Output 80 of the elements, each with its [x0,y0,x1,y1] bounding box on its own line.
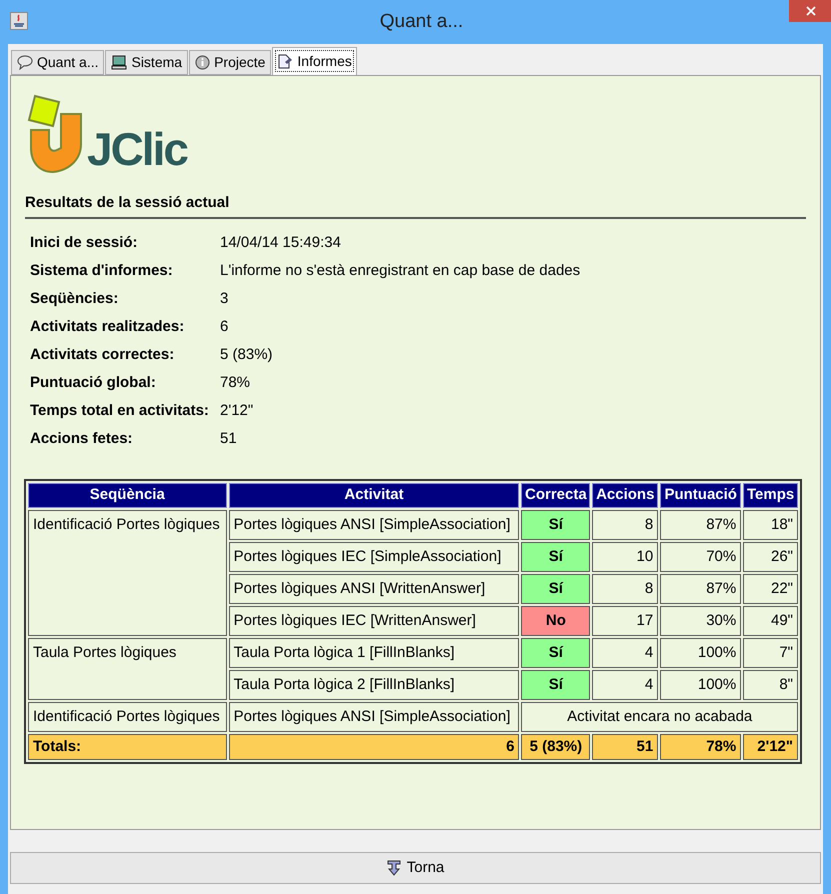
info-label: Puntuació global: [30,372,157,393]
close-icon [806,6,816,16]
info-value: 78% [220,372,250,393]
speech-bubble-icon [17,55,33,70]
totals-cell: 6 [228,734,520,760]
table-cell: Activitat encara no acabada [521,702,798,732]
close-button[interactable] [789,0,831,22]
table-cell: 26" [743,542,798,572]
table-cell: 100% [660,638,742,668]
logo-icon [25,92,85,174]
tab[interactable]: Quant a... [11,50,104,75]
column-header: Temps [743,483,798,508]
result-cell: Sí [521,670,590,700]
tab[interactable]: Sistema [105,50,188,75]
table-cell: 87% [660,510,742,540]
table-cell: 22" [743,574,798,604]
totals-cell: 78% [660,734,742,760]
info-label: Sistema d'informes: [30,260,174,281]
table-cell: Portes lògiques ANSI [SimpleAssociation] [228,510,520,540]
table-cell: 8 [592,510,658,540]
info-label: Accions fetes: [30,428,134,449]
table-cell: 70% [660,542,742,572]
totals-cell: 5 (83%) [521,734,590,760]
tab[interactable]: Projecte [189,50,272,75]
info-icon [195,55,210,70]
totals-cell: 2'12" [743,734,798,760]
info-value: 5 (83%) [220,344,273,365]
section-title: Resultats de la sessió actual [25,194,806,219]
info-label: Temps total en activitats: [30,400,210,421]
table-cell: 100% [660,670,742,700]
table-cell: 4 [592,638,658,668]
info-value: 6 [220,316,228,337]
monitor-icon [111,55,128,70]
app-icon [10,12,28,30]
result-cell: Sí [521,638,590,668]
info-label: Activitats correctes: [30,344,176,365]
table-cell: Identificació Portes lògiques [28,510,227,636]
table-cell: Taula Porta lògica 2 [FillInBlanks] [228,670,520,700]
window-title: Quant a... [378,11,464,33]
table-cell: Portes lògiques IEC [WrittenAnswer] [228,606,520,636]
logo-text: JClic [87,124,187,174]
table-cell: 18" [743,510,798,540]
column-header: Correcta [521,483,590,508]
table-cell: 8 [592,574,658,604]
info-value: 51 [220,428,237,449]
back-button[interactable]: Torna [10,852,821,884]
info-label: Inici de sessió: [30,232,139,253]
table-cell: 8" [743,670,798,700]
column-header: Activitat [228,483,520,508]
info-label: Activitats realitzades: [30,316,186,337]
result-cell: Sí [521,574,590,604]
table-cell: 49" [743,606,798,636]
down-arrow-icon [386,860,401,876]
info-value: L'informe no s'està enregistrant en cap base de dades [220,260,580,281]
table-cell: Portes lògiques ANSI [SimpleAssociation] [228,702,520,732]
result-cell: Sí [521,542,590,572]
info-label: Seqüències: [30,288,120,309]
table-cell: 87% [660,574,742,604]
table-cell: Portes lògiques ANSI [WrittenAnswer] [228,574,520,604]
table-cell: Identificació Portes lògiques [28,702,227,732]
info-value: 2'12" [220,400,254,421]
result-cell: Sí [521,510,590,540]
table-cell: 4 [592,670,658,700]
column-header: Puntuació [660,483,742,508]
table-cell: 10 [592,542,658,572]
table-cell: 17 [592,606,658,636]
info-value: 3 [220,288,228,309]
table-cell: 30% [660,606,742,636]
column-header: Accions [592,483,658,508]
table-cell: Portes lògiques IEC [SimpleAssociation] [228,542,520,572]
table-cell: Taula Portes lògiques [28,638,227,700]
totals-cell: 51 [592,734,658,760]
table-cell: 7" [743,638,798,668]
result-cell: No [521,606,590,636]
table-cell: Taula Porta lògica 1 [FillInBlanks] [228,638,520,668]
totals-cell: Totals: [28,734,227,760]
info-value: 14/04/14 15:49:34 [220,232,341,253]
document-icon [277,54,294,69]
tab[interactable]: Informes [272,47,357,75]
column-header: Seqüència [28,483,227,508]
